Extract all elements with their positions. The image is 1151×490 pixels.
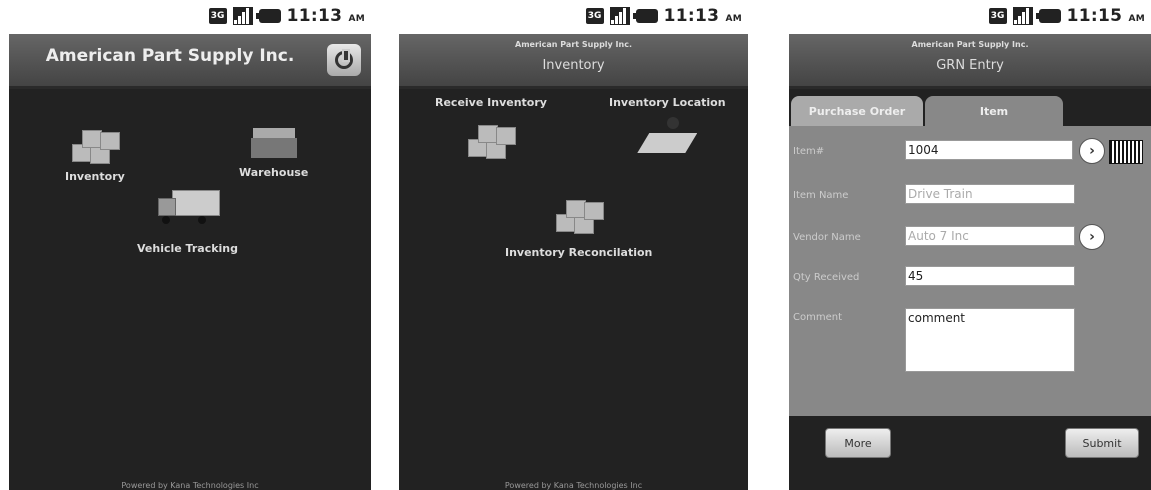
tile-receive-inventory[interactable]: Receive Inventory bbox=[435, 96, 547, 159]
comment-field[interactable]: comment bbox=[905, 308, 1075, 372]
submit-button[interactable]: Submit bbox=[1065, 428, 1139, 458]
status-bar: 3G 11:13 AM bbox=[399, 0, 748, 34]
tile-label: Warehouse bbox=[239, 166, 309, 179]
grn-form: Item# 1004 › Item Name Drive Train Vendo… bbox=[789, 126, 1151, 416]
tile-inventory-location[interactable]: Inventory Location bbox=[609, 96, 726, 153]
item-number-field[interactable]: 1004 bbox=[905, 140, 1073, 160]
item-lookup-button[interactable]: › bbox=[1079, 138, 1105, 164]
vendor-lookup-button[interactable]: › bbox=[1079, 224, 1105, 250]
tab-purchase-order[interactable]: Purchase Order bbox=[791, 96, 923, 126]
truck-icon bbox=[157, 190, 220, 224]
tile-label: Inventory bbox=[65, 170, 125, 183]
network-3g-icon: 3G bbox=[208, 8, 227, 24]
status-bar: 3G 11:15 AM bbox=[789, 0, 1151, 34]
item-name-field[interactable]: Drive Train bbox=[905, 184, 1075, 204]
power-button[interactable] bbox=[327, 44, 361, 76]
footer-text: Powered by Kana Technologies Inc bbox=[121, 481, 259, 490]
vendor-name-label: Vendor Name bbox=[793, 232, 861, 243]
vendor-name-field[interactable]: Auto 7 Inc bbox=[905, 226, 1075, 246]
page-title: Inventory bbox=[542, 58, 605, 73]
clock: 11:15 AM bbox=[1066, 6, 1145, 26]
footer-text: Powered by Kana Technologies Inc bbox=[504, 481, 643, 490]
signal-icon bbox=[232, 7, 253, 25]
status-bar: 3G 11:13 AM bbox=[9, 0, 371, 34]
item-name-label: Item Name bbox=[793, 190, 849, 201]
phone-screen-home: 3G 11:13 AM American Part Supply Inc. In… bbox=[9, 0, 371, 490]
network-3g-icon: 3G bbox=[988, 8, 1007, 24]
signal-icon bbox=[609, 7, 630, 25]
clock: 11:13 AM bbox=[286, 6, 365, 26]
tile-inventory-reconcilation[interactable]: Inventory Reconcilation bbox=[505, 196, 652, 259]
reconcile-boxes-icon bbox=[552, 196, 606, 236]
barcode-icon[interactable] bbox=[1109, 140, 1143, 164]
page-title: GRN Entry bbox=[936, 58, 1004, 73]
app-header: American Part Supply Inc. Inventory bbox=[399, 34, 748, 89]
app-header: American Part Supply Inc. GRN Entry bbox=[789, 34, 1151, 89]
receive-boxes-icon bbox=[464, 119, 518, 159]
tab-bar: Purchase Order Item bbox=[789, 92, 1151, 126]
comment-label: Comment bbox=[793, 312, 842, 323]
qty-received-label: Qty Received bbox=[793, 272, 860, 283]
phone-screen-grn-entry: 3G 11:15 AM American Part Supply Inc. GR… bbox=[789, 0, 1151, 490]
item-number-label: Item# bbox=[793, 146, 825, 157]
map-pin-icon bbox=[637, 117, 698, 153]
battery-icon bbox=[255, 9, 281, 23]
company-name: American Part Supply Inc. bbox=[911, 40, 1029, 49]
tile-inventory[interactable]: Inventory bbox=[65, 124, 125, 183]
app-header: American Part Supply Inc. bbox=[9, 34, 371, 89]
phone-screen-inventory: 3G 11:13 AM American Part Supply Inc. In… bbox=[399, 0, 748, 490]
tile-label: Inventory Location bbox=[609, 96, 726, 109]
tile-label: Vehicle Tracking bbox=[137, 242, 239, 255]
warehouse-icon bbox=[250, 128, 297, 158]
tab-item[interactable]: Item bbox=[925, 96, 1063, 126]
power-icon bbox=[335, 49, 353, 69]
battery-icon bbox=[1035, 9, 1061, 23]
company-name: American Part Supply Inc. bbox=[515, 40, 632, 49]
tile-warehouse[interactable]: Warehouse bbox=[239, 128, 308, 179]
tile-label: Inventory Reconcilation bbox=[505, 246, 653, 259]
boxes-icon bbox=[68, 124, 122, 164]
battery-icon bbox=[632, 9, 658, 23]
signal-icon bbox=[1012, 7, 1033, 25]
qty-received-field[interactable]: 45 bbox=[905, 266, 1075, 286]
app-title: American Part Supply Inc. bbox=[45, 46, 295, 66]
tile-vehicle-tracking[interactable]: Vehicle Tracking bbox=[137, 190, 238, 255]
network-3g-icon: 3G bbox=[585, 8, 604, 24]
clock: 11:13 AM bbox=[663, 6, 742, 26]
more-button[interactable]: More bbox=[825, 428, 891, 458]
tile-label: Receive Inventory bbox=[435, 96, 547, 109]
